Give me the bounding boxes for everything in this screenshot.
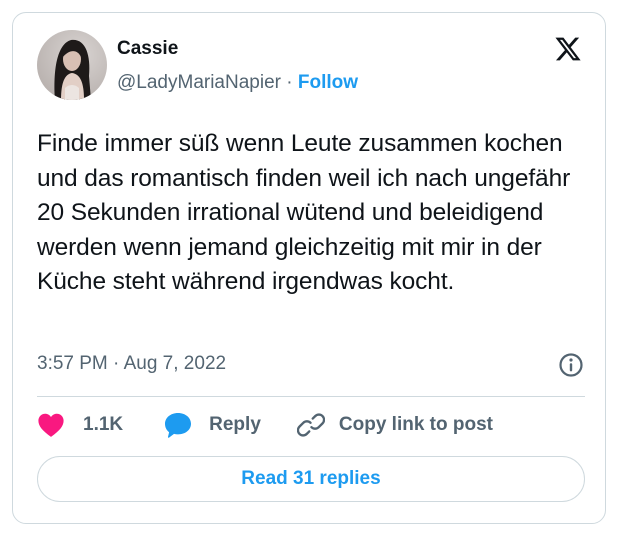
tweet-actions: 1.1K Reply Copy link to post xyxy=(37,410,493,440)
handle-separator: · xyxy=(286,72,293,93)
tweet-meta: 3:57 PM · Aug 7, 2022 xyxy=(37,351,585,379)
avatar-image xyxy=(37,30,107,100)
like-count: 1.1K xyxy=(83,414,124,435)
author-handle-row: @LadyMariaNapier · Follow xyxy=(117,72,358,94)
read-replies-button[interactable]: Read 31 replies xyxy=(37,456,585,502)
heart-icon xyxy=(38,413,64,437)
like-button[interactable]: 1.1K xyxy=(37,412,123,438)
copy-link-button[interactable]: Copy link to post xyxy=(296,411,493,439)
author-avatar[interactable] xyxy=(37,30,107,100)
reply-label: Reply xyxy=(209,414,261,435)
follow-button[interactable]: Follow xyxy=(298,72,358,93)
tweet-card: Cassie @LadyMariaNapier · Follow Finde i… xyxy=(12,12,606,524)
x-logo-icon[interactable] xyxy=(554,35,582,63)
link-icon xyxy=(296,413,325,437)
author-handle[interactable]: @LadyMariaNapier xyxy=(117,72,281,93)
divider xyxy=(37,396,585,397)
info-icon[interactable] xyxy=(557,351,585,379)
tweet-text: Finde immer süß wenn Leute zusammen koch… xyxy=(37,130,571,295)
author-name[interactable]: Cassie xyxy=(117,38,178,60)
reply-bubble-icon xyxy=(165,413,192,438)
reply-button[interactable]: Reply xyxy=(163,411,261,439)
copy-link-label: Copy link to post xyxy=(338,414,493,435)
tweet-timestamp[interactable]: 3:57 PM · Aug 7, 2022 xyxy=(37,353,226,375)
